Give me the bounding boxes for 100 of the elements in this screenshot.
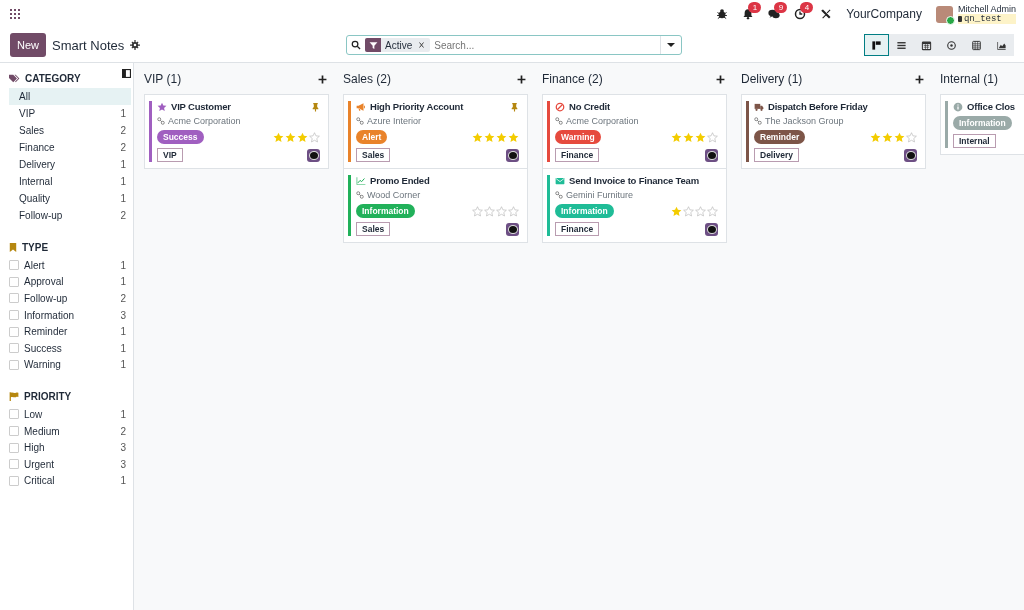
link-icon bbox=[754, 117, 762, 125]
filter-label[interactable]: Alert bbox=[24, 259, 116, 271]
note-card[interactable]: Send Invoice to Finance Team Gemini Furniture Information Finance bbox=[542, 168, 727, 243]
filter-label[interactable]: Approval bbox=[24, 276, 116, 288]
add-icon[interactable] bbox=[915, 74, 924, 84]
category-item[interactable]: VIP 1 bbox=[9, 105, 131, 122]
accent-bar bbox=[149, 101, 152, 162]
star-icon[interactable] bbox=[496, 131, 507, 143]
checkbox[interactable] bbox=[9, 459, 19, 470]
kanban-view-button[interactable] bbox=[864, 34, 889, 56]
settings-icon[interactable] bbox=[130, 40, 141, 50]
star-icon[interactable] bbox=[870, 131, 881, 143]
star-icon[interactable] bbox=[508, 205, 519, 217]
filter-label[interactable]: Information bbox=[24, 309, 116, 321]
star-icon[interactable] bbox=[683, 131, 694, 143]
category-item[interactable]: All bbox=[9, 88, 131, 105]
star-icon[interactable] bbox=[695, 205, 706, 217]
checkbox[interactable] bbox=[9, 426, 19, 437]
card-title: Dispatch Before Friday bbox=[768, 101, 869, 112]
note-card[interactable]: High Priority Account Azure Interior Alert Sales bbox=[343, 94, 528, 169]
star-icon[interactable] bbox=[671, 131, 682, 143]
checkbox[interactable] bbox=[9, 293, 19, 304]
star-icon[interactable] bbox=[496, 205, 507, 217]
user-avatar[interactable] bbox=[935, 5, 953, 23]
company-name: Gemini Furniture bbox=[566, 190, 634, 200]
notification-count: 1 bbox=[748, 2, 762, 13]
search-field[interactable]: Active Search... bbox=[346, 35, 682, 55]
star-icon[interactable] bbox=[671, 205, 682, 217]
star-icon[interactable] bbox=[285, 131, 296, 143]
category-tag: Sales bbox=[356, 148, 391, 162]
user-avatar bbox=[506, 148, 519, 162]
accent-bar bbox=[348, 175, 351, 236]
filter-label[interactable]: Low bbox=[24, 408, 116, 420]
note-card[interactable]: Promo Ended Wood Corner Information Sales bbox=[343, 168, 528, 243]
bug-icon bbox=[716, 8, 729, 20]
category-item[interactable]: Internal 1 bbox=[9, 173, 131, 190]
company-name: Acme Corporation bbox=[566, 116, 639, 126]
company-switcher[interactable]: YourCompany bbox=[846, 7, 922, 21]
prohibited-icon bbox=[555, 101, 565, 112]
add-icon[interactable] bbox=[517, 74, 526, 84]
company-name: The Jackson Group bbox=[765, 116, 844, 126]
apps-menu-icon[interactable] bbox=[8, 7, 22, 21]
user-name[interactable]: Mitchell Admin bbox=[957, 4, 1016, 14]
star-icon[interactable] bbox=[484, 205, 495, 217]
truck-icon bbox=[754, 101, 764, 112]
category-item[interactable]: Delivery 1 bbox=[9, 156, 131, 173]
checkbox[interactable] bbox=[9, 475, 19, 486]
filter-count: 1 bbox=[120, 259, 126, 271]
filter-label[interactable]: Critical bbox=[24, 475, 116, 487]
filter-label[interactable]: Urgent bbox=[24, 458, 116, 470]
pin-icon[interactable] bbox=[311, 101, 320, 112]
checkbox[interactable] bbox=[9, 359, 19, 370]
checkbox[interactable] bbox=[9, 326, 19, 337]
note-card[interactable]: Office Clos Information Internal bbox=[940, 94, 1024, 155]
star-icon[interactable] bbox=[484, 131, 495, 143]
category-item[interactable]: Finance 2 bbox=[9, 139, 131, 156]
checkbox[interactable] bbox=[9, 310, 19, 321]
filter-label[interactable]: Follow-up bbox=[24, 293, 116, 304]
star-icon[interactable] bbox=[707, 205, 718, 217]
note-card[interactable]: Dispatch Before Friday The Jackson Group Reminder Delivery bbox=[741, 94, 926, 169]
filter-count: 1 bbox=[120, 326, 126, 338]
filter-facet[interactable]: Active bbox=[365, 38, 431, 52]
flag-icon bbox=[9, 392, 19, 402]
pin-icon[interactable] bbox=[510, 101, 519, 112]
star-icon[interactable] bbox=[683, 205, 694, 217]
star-icon[interactable] bbox=[894, 131, 905, 143]
star-icon[interactable] bbox=[273, 131, 284, 143]
column-title: Internal (1) bbox=[940, 72, 999, 86]
filter-label[interactable]: Warning bbox=[24, 359, 116, 371]
new-button[interactable]: New bbox=[10, 33, 46, 57]
checkbox[interactable] bbox=[9, 409, 19, 420]
checkbox[interactable] bbox=[9, 276, 19, 287]
star-icon[interactable] bbox=[309, 131, 320, 143]
checkbox[interactable] bbox=[9, 442, 19, 453]
filter-label[interactable]: Success bbox=[24, 342, 116, 354]
star-icon[interactable] bbox=[472, 131, 483, 143]
star-icon[interactable] bbox=[882, 131, 893, 143]
filter-label[interactable]: Reminder bbox=[24, 326, 116, 338]
list-view-button[interactable] bbox=[889, 34, 914, 56]
graph-view-button[interactable] bbox=[989, 34, 1014, 56]
category-tag: VIP bbox=[157, 148, 183, 162]
filter-label[interactable]: High bbox=[24, 442, 116, 454]
category-item[interactable]: Follow-up 2 bbox=[9, 207, 131, 224]
checkbox[interactable] bbox=[9, 260, 19, 271]
star-icon[interactable] bbox=[707, 131, 718, 143]
star-icon[interactable] bbox=[906, 131, 917, 143]
category-item[interactable]: Sales 2 bbox=[9, 122, 131, 139]
star-icon[interactable] bbox=[508, 131, 519, 143]
note-card[interactable]: No Credit Acme Corporation Warning Finance bbox=[542, 94, 727, 169]
sidebar-toggle-icon[interactable] bbox=[122, 69, 131, 78]
star-icon[interactable] bbox=[695, 131, 706, 143]
star-icon[interactable] bbox=[297, 131, 308, 143]
category-item[interactable]: Quality 1 bbox=[9, 190, 131, 207]
column-title: Sales (2) bbox=[343, 72, 392, 86]
star-icon[interactable] bbox=[472, 205, 483, 217]
filter-label[interactable]: Medium bbox=[24, 425, 116, 437]
add-icon[interactable] bbox=[716, 74, 725, 84]
checkbox[interactable] bbox=[9, 343, 19, 354]
add-icon[interactable] bbox=[318, 74, 327, 84]
note-card[interactable]: VIP Customer Acme Corporation Success VIP bbox=[144, 94, 329, 169]
